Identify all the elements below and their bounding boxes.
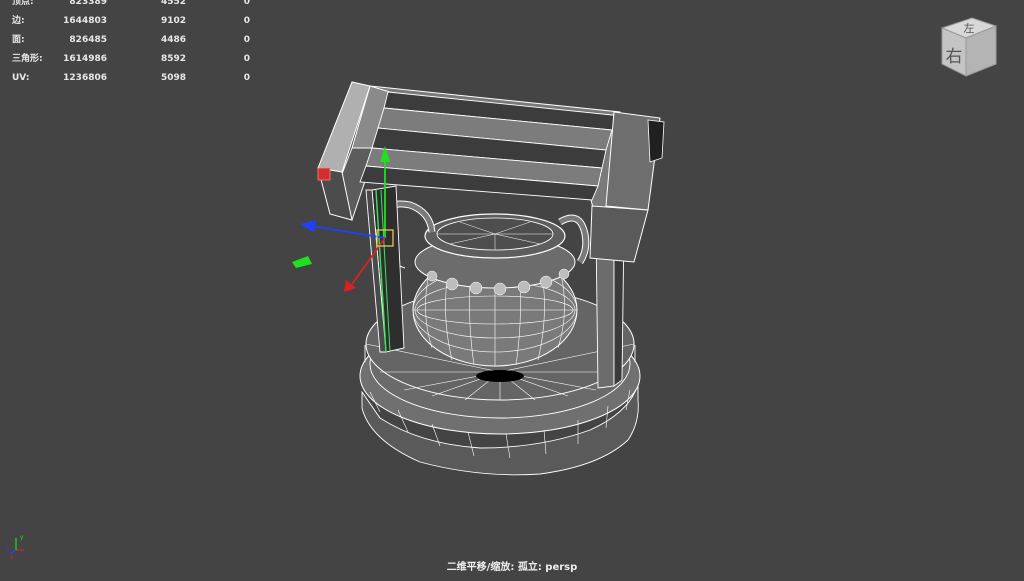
- stat-extra: 0: [243, 16, 250, 26]
- stat-extra: 0: [243, 35, 250, 45]
- stat-label: 边:: [12, 16, 25, 26]
- stat-label: 三角形:: [12, 54, 43, 64]
- stat-total: 1644803: [63, 16, 107, 26]
- stat-label: 面:: [12, 35, 25, 45]
- axis-indicator: y z x: [5, 534, 24, 560]
- stat-total: 826485: [69, 35, 107, 45]
- stat-row-faces: 面: 826485 4486 0: [12, 31, 252, 50]
- stat-total: 1614986: [63, 54, 107, 64]
- axis-z-label: z: [5, 546, 8, 553]
- stat-extra: 0: [243, 0, 250, 7]
- stat-row-edges: 边: 1644803 9102 0: [12, 12, 252, 31]
- stat-selected: 4552: [160, 0, 186, 7]
- viewcube[interactable]: 左 右: [938, 14, 1000, 78]
- axis-y-label: y: [20, 534, 24, 541]
- stat-selected: 5098: [160, 73, 186, 83]
- viewport-status-label: 二维平移/缩放: 孤立: persp: [446, 562, 578, 573]
- stat-total: 1236806: [63, 73, 107, 83]
- 3d-viewport[interactable]: 顶点: 823389 4552 0 边: 1644803 9102 0 面: 8…: [0, 0, 1024, 581]
- stat-row-uvs: UV: 1236806 5098 0: [12, 69, 252, 88]
- poly-count-hud: 顶点: 823389 4552 0 边: 1644803 9102 0 面: 8…: [12, 0, 252, 88]
- stat-label: 顶点:: [12, 0, 34, 7]
- stat-extra: 0: [243, 73, 250, 83]
- stat-row-triangles: 三角形: 1614986 8592 0: [12, 50, 252, 69]
- stat-total: 823389: [69, 0, 107, 7]
- viewcube-front-label: 右: [946, 47, 963, 67]
- stat-selected: 9102: [160, 16, 186, 26]
- viewcube-top-label: 左: [964, 22, 975, 35]
- stat-extra: 0: [243, 54, 250, 64]
- stat-selected: 4486: [160, 35, 186, 45]
- stat-row-vertices: 顶点: 823389 4552 0: [12, 0, 252, 12]
- stat-label: UV:: [12, 73, 30, 83]
- stat-selected: 8592: [160, 54, 186, 64]
